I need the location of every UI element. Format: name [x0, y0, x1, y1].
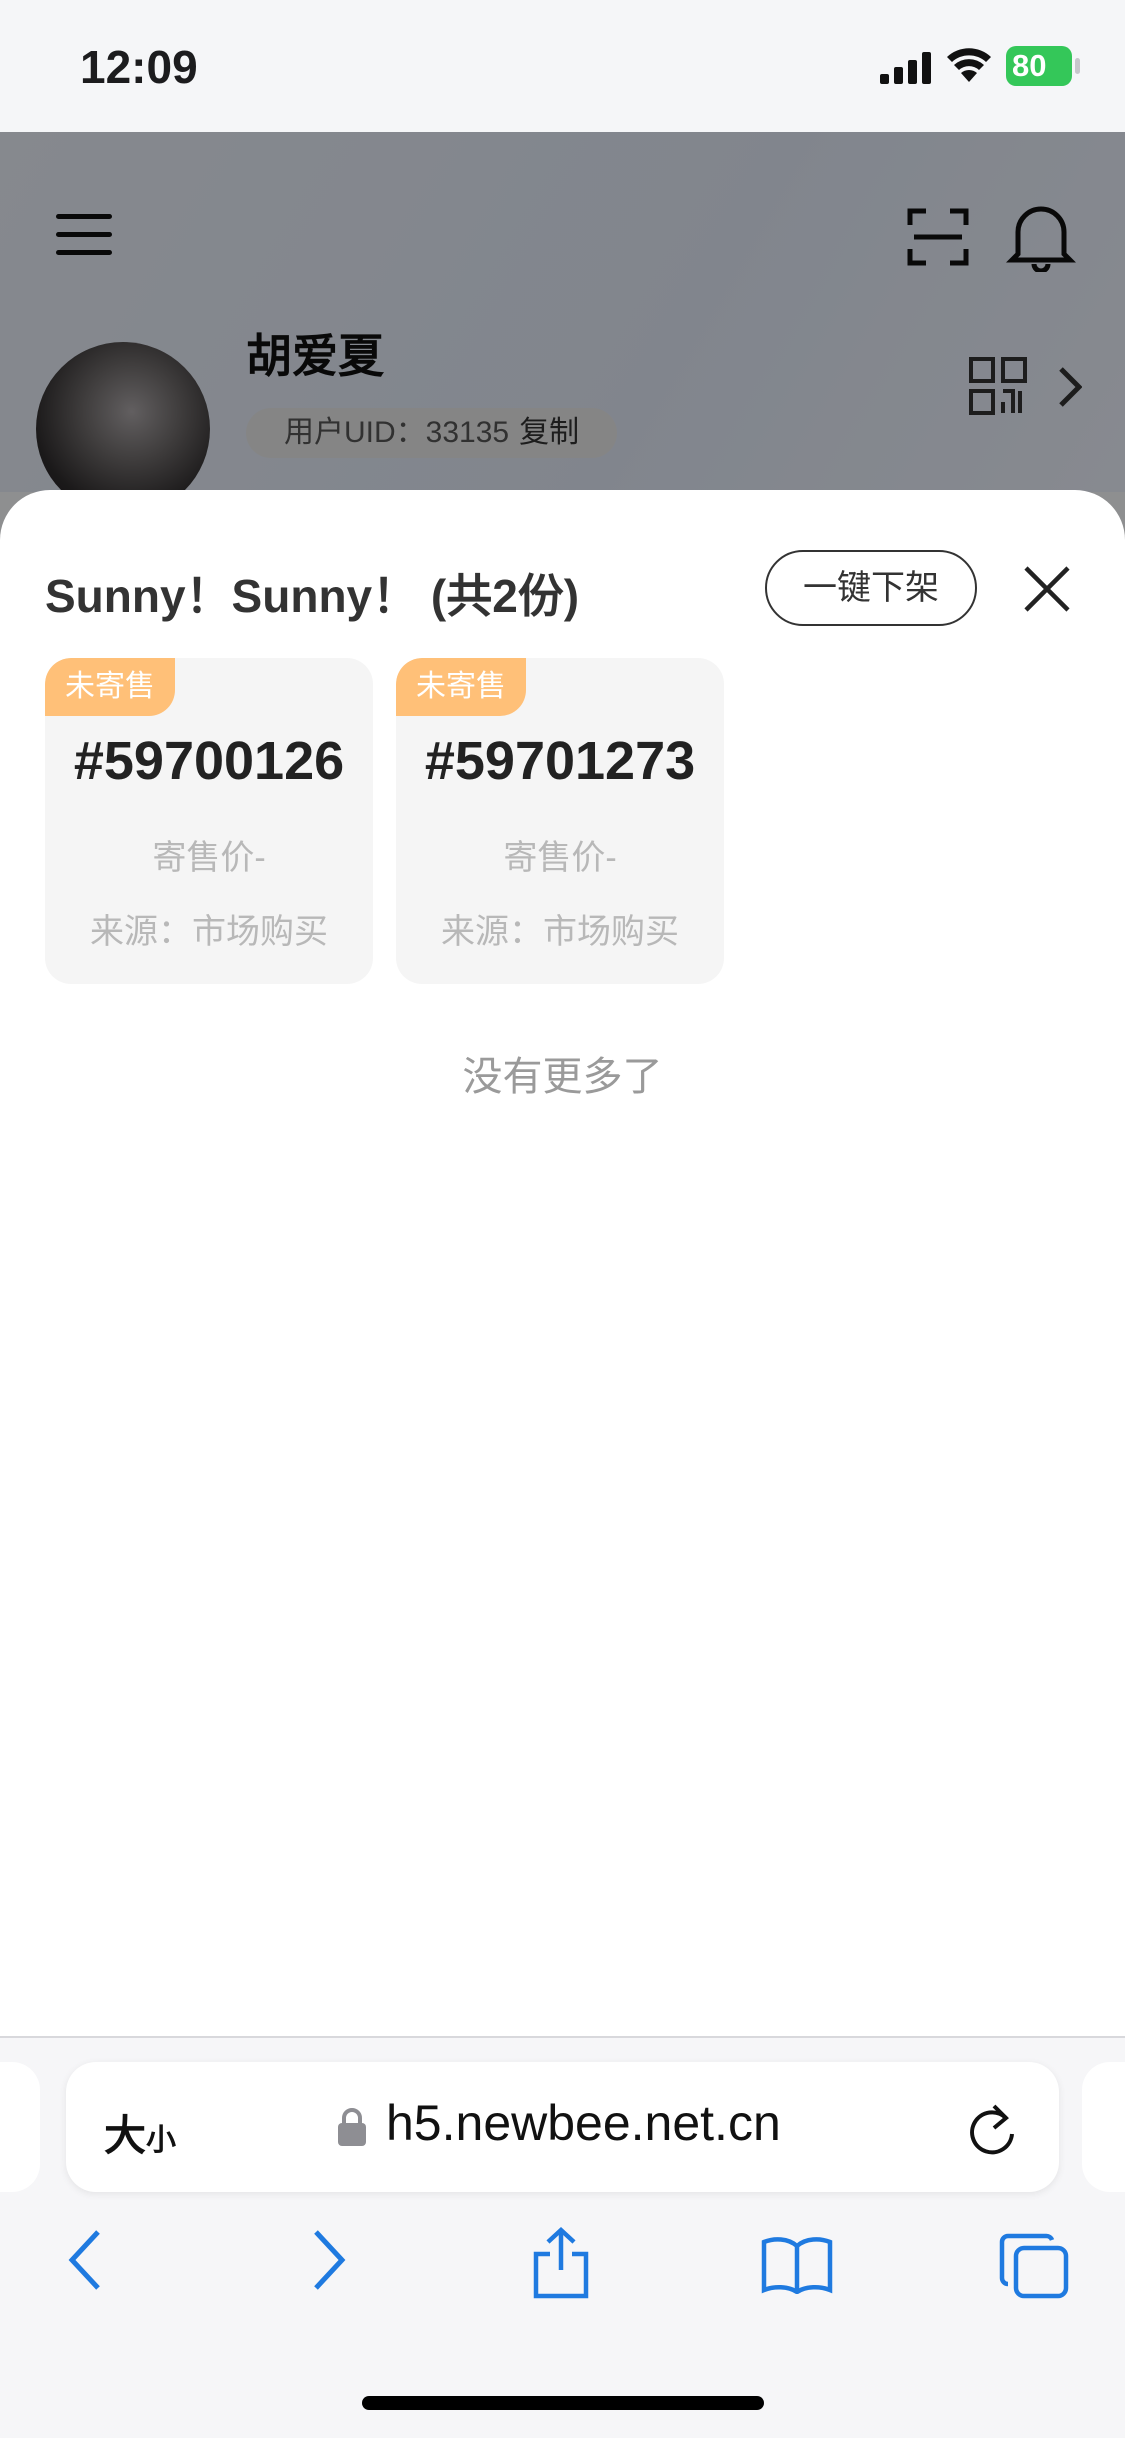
status-bar: 12:09 80 — [0, 0, 1125, 132]
share-icon[interactable] — [530, 2226, 592, 2300]
wifi-icon — [947, 48, 991, 82]
forward-icon[interactable] — [308, 2228, 348, 2292]
item-price: 寄售价- — [503, 839, 617, 877]
reload-icon[interactable] — [966, 2100, 1018, 2156]
item-source: 来源：市场购买 — [90, 913, 328, 951]
status-time: 12:09 — [80, 41, 198, 93]
battery-cap — [1075, 58, 1080, 74]
item-card[interactable]: 未寄售 #59700126 寄售价- 来源：市场购买 — [45, 658, 373, 984]
unlist-all-button[interactable]: 一键下架 — [765, 550, 977, 626]
text-size-button[interactable]: 大小 — [104, 2102, 176, 2163]
item-source: 来源：市场购买 — [441, 913, 679, 951]
text-size-big: 大 — [104, 2112, 147, 2159]
url-text[interactable]: h5.newbee.net.cn — [386, 2094, 781, 2152]
next-tab-peek[interactable] — [1082, 2062, 1125, 2192]
status-badge: 未寄售 — [396, 658, 526, 716]
cellular-signal-icon — [880, 52, 931, 84]
previous-tab-peek[interactable] — [0, 2062, 40, 2192]
sheet-title: Sunny！Sunny！ (共2份) — [45, 570, 580, 622]
item-card[interactable]: 未寄售 #59701273 寄售价- 来源：市场购买 — [396, 658, 724, 984]
battery-indicator: 80 — [1006, 46, 1072, 86]
item-price: 寄售价- — [152, 839, 266, 877]
item-number: #59701273 — [424, 731, 696, 791]
text-size-small: 小 — [146, 2124, 177, 2157]
item-number: #59700126 — [73, 731, 345, 791]
lock-icon — [338, 2108, 366, 2146]
status-badge: 未寄售 — [45, 658, 175, 716]
close-icon[interactable] — [1022, 564, 1072, 614]
bookmarks-icon[interactable] — [760, 2234, 834, 2294]
home-indicator — [362, 2396, 764, 2410]
back-icon[interactable] — [66, 2228, 106, 2292]
tabs-icon[interactable] — [998, 2232, 1070, 2300]
no-more-text: 没有更多了 — [462, 1055, 663, 1099]
